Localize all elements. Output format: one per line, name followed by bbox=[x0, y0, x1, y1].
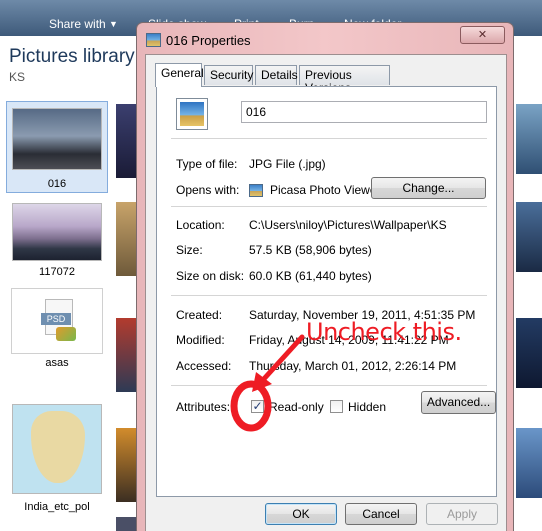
tab-general[interactable]: General bbox=[155, 63, 204, 87]
annotation-circle bbox=[230, 380, 272, 432]
annotation-overlay bbox=[230, 334, 305, 432]
